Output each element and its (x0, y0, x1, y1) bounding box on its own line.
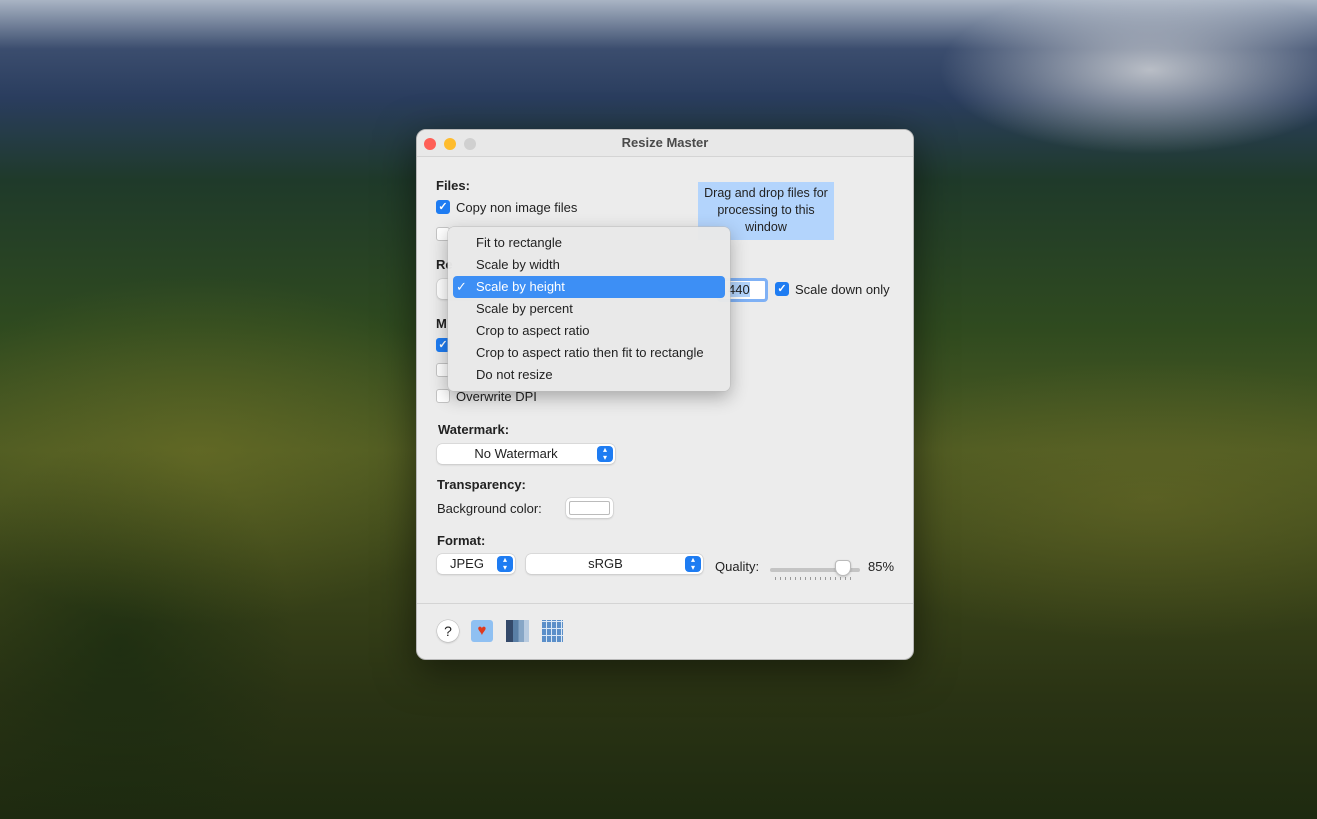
chevron-updown-icon: ▴ ▾ (685, 556, 701, 572)
resize-mode-menu: Fit to rectangle Scale by width ✓ Scale by … (448, 227, 730, 391)
scale-down-only-checkbox[interactable]: ✓ (775, 282, 789, 296)
format-value: JPEG (450, 556, 484, 571)
copy-non-image-label: Copy non image files (456, 200, 578, 215)
watermark-value: No Watermark (474, 446, 558, 461)
overwrite-dpi-label: Overwrite DPI (456, 389, 537, 404)
colorspace-popup[interactable]: sRGB ▴ ▾ (526, 554, 703, 574)
watermark-label: Watermark: (438, 422, 510, 437)
format-popup[interactable]: JPEG ▴ ▾ (437, 554, 515, 574)
background-color-well[interactable] (566, 498, 613, 518)
slider-ticks (775, 577, 855, 580)
menu-item[interactable]: Crop to aspect ratio (453, 320, 725, 342)
menu-item[interactable]: Fit to rectangle (453, 232, 725, 254)
menu-item-label: Scale by width (476, 257, 560, 272)
quality-value: 85% (868, 559, 895, 574)
minimize-button[interactable] (444, 138, 456, 150)
book-icon[interactable] (506, 620, 529, 642)
transparency-label: Transparency: (437, 477, 526, 492)
window-title: Resize Master (621, 135, 709, 150)
menu-item-label: Scale by percent (476, 301, 573, 316)
copy-non-image-checkbox[interactable]: ✓ (436, 200, 450, 214)
zoom-button[interactable] (464, 138, 476, 150)
menu-item[interactable]: Crop to aspect ratio then fit to rectang… (453, 342, 725, 364)
quality-label: Quality: (715, 559, 760, 574)
overwrite-dpi-checkbox[interactable] (436, 389, 450, 403)
metadata-label: M (436, 316, 447, 331)
title-bar: Resize Master (417, 130, 913, 157)
menu-item-label: Crop to aspect ratio (476, 323, 590, 338)
divider (417, 603, 913, 604)
menu-item[interactable]: ✓ Scale by height (453, 276, 725, 298)
help-button[interactable]: ? (437, 620, 459, 642)
menu-item-label: Do not resize (476, 367, 553, 382)
background-color-label: Background color: (437, 501, 542, 516)
scale-down-only-label: Scale down only (795, 282, 890, 297)
menu-item[interactable]: Do not resize (453, 364, 725, 386)
tulip-icon[interactable]: ♥ (471, 620, 493, 642)
menu-item-label: Fit to rectangle (476, 235, 562, 250)
quality-slider-thumb[interactable] (834, 560, 851, 576)
size-value: 440 (728, 282, 750, 297)
menu-item[interactable]: Scale by width (453, 254, 725, 276)
checkmark-icon: ✓ (456, 279, 467, 294)
chevron-updown-icon: ▴ ▾ (597, 446, 613, 462)
resize-master-window: Resize Master Files: ✓ Copy non image fi… (416, 129, 914, 660)
watermark-popup[interactable]: No Watermark ▴ ▾ (437, 444, 615, 464)
grid-icon[interactable] (542, 620, 563, 642)
menu-item-label: Crop to aspect ratio then fit to rectang… (476, 345, 704, 360)
format-label: Format: (437, 533, 486, 548)
menu-item-label: Scale by height (476, 279, 565, 294)
chevron-updown-icon: ▴ ▾ (497, 556, 513, 572)
close-button[interactable] (424, 138, 436, 150)
files-label: Files: (436, 178, 470, 193)
menu-item[interactable]: Scale by percent (453, 298, 725, 320)
colorspace-value: sRGB (588, 556, 623, 571)
